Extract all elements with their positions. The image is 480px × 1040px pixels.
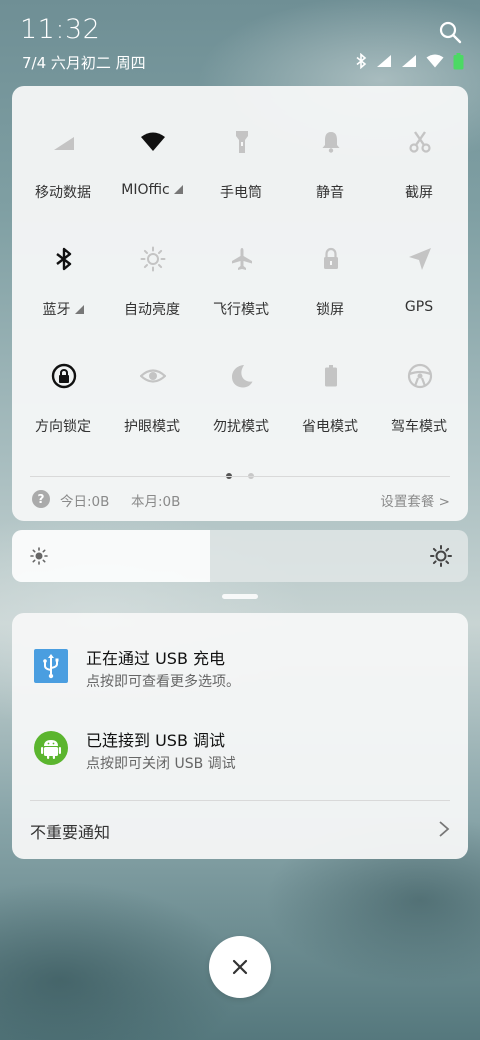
close-icon bbox=[232, 959, 248, 975]
tile-label: 自动亮度 bbox=[124, 302, 180, 318]
unimportant-notifications-label[interactable]: 不重要通知 bbox=[30, 819, 110, 843]
notification-usb-charging[interactable]: 正在通过 USB 充电 点按即可查看更多选项。 bbox=[12, 641, 468, 711]
scissors-icon bbox=[409, 131, 431, 153]
moon-icon bbox=[232, 365, 253, 388]
search-icon[interactable] bbox=[438, 20, 462, 44]
brightness-slider[interactable] bbox=[12, 530, 468, 582]
brightness-low-icon bbox=[30, 547, 48, 565]
notification-title: 正在通过 USB 充电 bbox=[86, 649, 226, 668]
tile-mobile-data[interactable]: 移动数据 bbox=[18, 86, 108, 201]
tile-auto-brightness[interactable]: 自动亮度 bbox=[107, 203, 197, 318]
battery-icon bbox=[453, 52, 464, 69]
eye-icon bbox=[140, 369, 166, 383]
bluetooth-icon bbox=[56, 247, 72, 271]
data-month: 本月:0B bbox=[131, 494, 181, 510]
status-bar: 11:32 7/4 六月初二 周四 bbox=[0, 0, 480, 80]
tile-label: GPS bbox=[404, 299, 434, 315]
system-icons bbox=[356, 52, 464, 70]
tile-label: 截屏 bbox=[405, 185, 433, 201]
more-triangle-icon[interactable] bbox=[74, 305, 84, 314]
data-usage-row: ? 今日:0B 本月:0B 设置套餐 > bbox=[32, 488, 450, 510]
data-today: 今日:0B bbox=[60, 494, 110, 510]
mobile-data-icon bbox=[54, 137, 74, 150]
tile-label: 锁屏 bbox=[316, 302, 344, 318]
tile-screenshot[interactable]: 截屏 bbox=[374, 86, 464, 201]
tile-label: MIOffic bbox=[121, 182, 170, 198]
more-triangle-icon[interactable] bbox=[173, 185, 183, 194]
tile-do-not-disturb[interactable]: 勿扰模式 bbox=[196, 320, 286, 435]
signal-icon bbox=[377, 55, 391, 67]
tile-label: 静音 bbox=[316, 185, 344, 201]
page-indicator bbox=[12, 464, 468, 483]
tile-label: 手电筒 bbox=[220, 185, 262, 201]
gps-icon bbox=[409, 248, 431, 270]
clear-all-button[interactable] bbox=[209, 936, 271, 998]
divider bbox=[30, 800, 450, 801]
tile-silent[interactable]: 静音 bbox=[285, 86, 375, 201]
date-text: 7/4 六月初二 周四 bbox=[22, 54, 146, 72]
tile-label: 护眼模式 bbox=[124, 419, 180, 435]
battery-saver-icon bbox=[325, 365, 337, 387]
flashlight-icon bbox=[236, 131, 248, 153]
tile-airplane[interactable]: 飞行模式 bbox=[196, 203, 286, 318]
bluetooth-icon bbox=[356, 53, 367, 69]
drag-handle[interactable] bbox=[222, 594, 258, 599]
tile-rotation-lock[interactable]: 方向锁定 bbox=[18, 320, 108, 435]
tile-label: 勿扰模式 bbox=[213, 419, 269, 435]
lock-icon bbox=[324, 247, 338, 269]
tile-bluetooth[interactable]: 蓝牙 bbox=[18, 203, 108, 318]
chevron-right-icon[interactable] bbox=[438, 820, 450, 838]
tile-label: 移动数据 bbox=[35, 185, 91, 201]
bell-icon bbox=[322, 132, 340, 153]
signal-icon bbox=[402, 55, 416, 67]
help-icon[interactable]: ? bbox=[32, 490, 50, 508]
usb-icon bbox=[34, 649, 68, 683]
tile-wifi[interactable]: MIOffic bbox=[107, 86, 197, 198]
tile-label-wrap: MIOffic bbox=[107, 182, 197, 198]
quick-settings-panel: 移动数据 MIOffic 手电筒 静音 截屏 蓝牙 自动亮度 飞行模式 锁屏 G… bbox=[12, 86, 468, 521]
tile-label: 驾车模式 bbox=[391, 419, 447, 435]
notification-subtitle: 点按即可查看更多选项。 bbox=[86, 674, 240, 690]
tile-lock-screen[interactable]: 锁屏 bbox=[285, 203, 375, 318]
tile-label: 方向锁定 bbox=[35, 419, 91, 435]
tile-label: 省电模式 bbox=[302, 419, 358, 435]
tile-label-wrap: 蓝牙 bbox=[18, 299, 108, 319]
set-plan-link[interactable]: 设置套餐 > bbox=[380, 490, 450, 510]
tile-label: 飞行模式 bbox=[213, 302, 269, 318]
tile-eye-care[interactable]: 护眼模式 bbox=[107, 320, 197, 435]
divider bbox=[30, 476, 450, 477]
android-icon bbox=[34, 731, 68, 765]
tile-gps[interactable]: GPS bbox=[374, 203, 464, 315]
notification-usb-debugging[interactable]: 已连接到 USB 调试 点按即可关闭 USB 调试 bbox=[12, 723, 468, 793]
tile-battery-saver[interactable]: 省电模式 bbox=[285, 320, 375, 435]
tile-label: 蓝牙 bbox=[42, 302, 71, 318]
clock-time: 11:32 bbox=[20, 14, 101, 45]
wifi-icon bbox=[426, 54, 444, 68]
steering-wheel-icon bbox=[407, 363, 433, 389]
notification-title: 已连接到 USB 调试 bbox=[86, 731, 226, 750]
airplane-icon bbox=[232, 248, 252, 270]
notification-card: 正在通过 USB 充电 点按即可查看更多选项。 已连接到 USB 调试 点按即可… bbox=[12, 613, 468, 859]
tile-driving-mode[interactable]: 驾车模式 bbox=[374, 320, 464, 435]
brightness-high-icon bbox=[430, 545, 452, 567]
rotation-lock-icon bbox=[51, 363, 77, 389]
tile-flashlight[interactable]: 手电筒 bbox=[196, 86, 286, 201]
wifi-icon bbox=[141, 132, 165, 151]
notification-subtitle: 点按即可关闭 USB 调试 bbox=[86, 756, 236, 772]
auto-brightness-icon bbox=[140, 246, 166, 272]
